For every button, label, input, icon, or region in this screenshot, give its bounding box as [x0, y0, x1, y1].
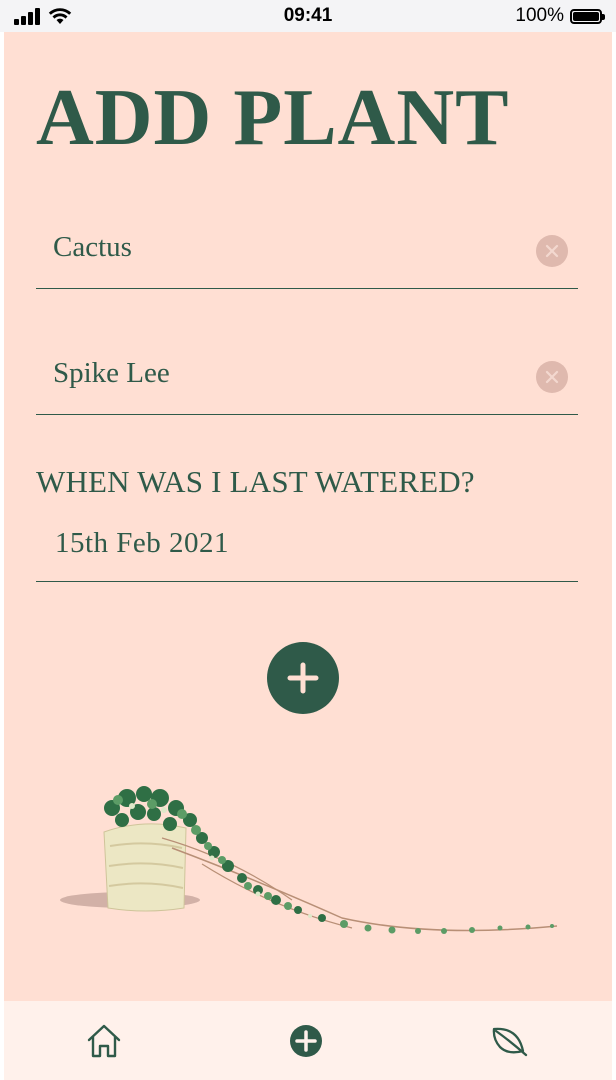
last-watered-date-value[interactable]: 15th Feb 2021 — [55, 527, 229, 560]
last-watered-label: WHEN WAS I LAST WATERED? — [36, 464, 475, 499]
plus-icon — [287, 662, 319, 694]
close-icon — [545, 370, 559, 384]
tab-add-plant[interactable] — [284, 1019, 328, 1063]
status-right: 100% — [515, 5, 605, 27]
page-title: ADD PLANT — [36, 74, 510, 162]
plant-nickname-field[interactable]: Spike Lee — [36, 338, 578, 415]
plant-name-field[interactable]: Cactus — [36, 212, 578, 289]
plant-name-value[interactable]: Cactus — [53, 231, 132, 264]
leaf-icon — [492, 1027, 528, 1057]
last-watered-date-field[interactable]: 15th Feb 2021 — [36, 512, 578, 582]
main-content: ADD PLANT Cactus Spike Lee WHEN WAS I LA… — [4, 32, 612, 1001]
add-circle-icon — [290, 1025, 322, 1057]
clear-plant-name-button[interactable] — [536, 235, 568, 267]
plant-nickname-value[interactable]: Spike Lee — [53, 357, 170, 390]
battery-percent: 100% — [515, 5, 564, 26]
tab-plants[interactable] — [486, 1019, 530, 1063]
add-plant-button[interactable] — [267, 642, 339, 714]
battery-icon — [570, 8, 605, 24]
close-icon — [545, 244, 559, 258]
tab-bar — [4, 1001, 612, 1080]
tab-home[interactable] — [82, 1019, 126, 1063]
clear-plant-nickname-button[interactable] — [536, 361, 568, 393]
add-plant-screen: 09:41 100% ADD PLANT Cactus Spike Lee WH… — [0, 0, 616, 1080]
home-icon — [87, 1024, 121, 1058]
trailing-plant-illustration — [60, 786, 558, 934]
status-bar: 09:41 100% — [0, 0, 616, 32]
screen-edge-right — [612, 32, 616, 1080]
